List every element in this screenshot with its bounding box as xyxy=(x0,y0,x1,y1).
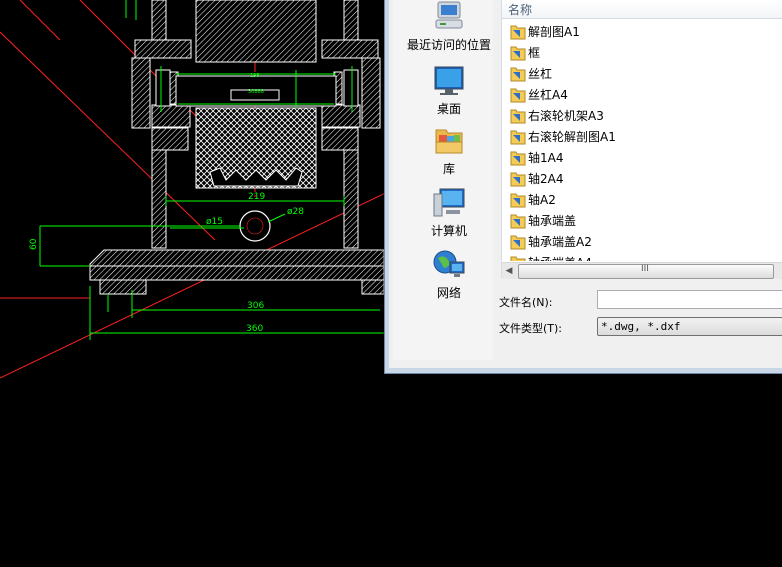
column-header-name-label: 名称 xyxy=(508,3,533,17)
dwg-file-icon xyxy=(510,130,526,145)
file-name: 丝杠A4 xyxy=(528,88,568,102)
filename-input[interactable] xyxy=(597,290,782,309)
file-name: 轴承端盖A2 xyxy=(528,235,592,249)
desktop-icon xyxy=(434,66,464,95)
place-computer-label: 计算机 xyxy=(430,224,467,238)
file-name: 轴2A4 xyxy=(528,172,564,186)
filetype-label: 文件类型(T): xyxy=(499,322,563,335)
file-name: 解剖图A1 xyxy=(528,25,580,39)
file-list-item[interactable]: 框 xyxy=(502,42,782,63)
dwg-file-icon xyxy=(510,172,526,187)
dwg-file-icon xyxy=(510,67,526,82)
dialog-body: 最近访问的位置 桌面 库 计算机 网络 名称 解剖图A1 框 丝杠 丝杠A4 右… xyxy=(389,0,782,368)
file-list-item[interactable]: 丝杠A4 xyxy=(502,84,782,105)
file-list-item[interactable]: 轴承端盖 xyxy=(502,210,782,231)
dwg-file-icon xyxy=(510,256,526,261)
filetype-select[interactable]: *.dwg, *.dxf xyxy=(597,317,782,336)
file-list-item[interactable]: 解剖图A1 xyxy=(502,21,782,42)
file-list-item[interactable]: 丝杠 xyxy=(502,63,782,84)
dim-198: 198 xyxy=(250,73,260,79)
filetype-select-value: *.dwg, *.dxf xyxy=(601,320,681,333)
filename-label: 文件名(N): xyxy=(499,296,553,309)
place-libraries[interactable]: 库 xyxy=(393,124,505,177)
column-header-name[interactable]: 名称 xyxy=(502,0,782,19)
file-name: 轴承端盖A4 xyxy=(528,254,592,261)
file-name: 右滚轮解剖图A1 xyxy=(528,130,616,144)
dwg-file-icon xyxy=(510,25,526,40)
place-recent-label: 最近访问的位置 xyxy=(406,38,491,52)
dwg-file-icon xyxy=(510,193,526,208)
scrollbar-thumb[interactable]: III xyxy=(518,264,774,279)
computer-icon xyxy=(433,188,465,217)
dwg-file-icon xyxy=(510,109,526,124)
file-name: 轴1A4 xyxy=(528,151,564,165)
file-list-item[interactable]: 轴2A4 xyxy=(502,168,782,189)
file-name: 轴承端盖 xyxy=(528,214,577,228)
dwg-file-icon xyxy=(510,88,526,103)
file-name: 右滚轮机架A3 xyxy=(528,109,604,123)
dim-phi28: ø28 xyxy=(287,207,304,217)
file-name: 轴A2 xyxy=(528,193,556,207)
horizontal-scrollbar[interactable]: ◀ III xyxy=(502,262,782,279)
dim-phi15: ø15 xyxy=(206,217,223,227)
place-libraries-label: 库 xyxy=(442,162,455,176)
file-list-item[interactable]: 右滚轮机架A3 xyxy=(502,105,782,126)
file-rows: 解剖图A1 框丝杠丝杠A4 右滚轮机架A3 右滚轮解剖图A1 轴1A4 轴2A4 轴A2 轴承… xyxy=(502,21,782,261)
place-desktop-label: 桌面 xyxy=(436,102,461,116)
file-list-item[interactable]: 轴承端盖A4 xyxy=(502,252,782,261)
place-computer[interactable]: 计算机 xyxy=(393,186,505,239)
place-recent[interactable]: 最近访问的位置 xyxy=(393,0,505,53)
file-list-item[interactable]: 轴承端盖A2 xyxy=(502,231,782,252)
file-list-item[interactable]: 轴A2 xyxy=(502,189,782,210)
places-bar: 最近访问的位置 桌面 库 计算机 网络 xyxy=(393,0,493,360)
dim-60: 60 xyxy=(29,238,39,250)
dwg-file-icon xyxy=(510,214,526,229)
dwg-file-icon xyxy=(510,46,526,61)
recent-places-icon xyxy=(435,1,463,29)
dwg-file-icon xyxy=(510,235,526,250)
dim-219: 219 xyxy=(248,192,265,202)
scroll-grip-icon: III xyxy=(641,264,649,274)
scroll-left-arrow-icon[interactable]: ◀ xyxy=(502,263,516,279)
file-name: 框 xyxy=(528,46,541,60)
place-desktop[interactable]: 桌面 xyxy=(393,64,505,117)
dim-306: 306 xyxy=(247,301,264,311)
open-file-dialog: 最近访问的位置 桌面 库 计算机 网络 名称 解剖图A1 框 丝杠 丝杠A4 右… xyxy=(384,0,782,374)
file-name: 丝杠 xyxy=(528,67,553,81)
place-network-label: 网络 xyxy=(436,286,461,300)
dim-30: 30888 xyxy=(248,89,264,95)
network-icon xyxy=(433,250,465,277)
place-network[interactable]: 网络 xyxy=(393,248,505,301)
libraries-icon xyxy=(435,129,463,154)
file-list-item[interactable]: 右滚轮解剖图A1 xyxy=(502,126,782,147)
file-list-item[interactable]: 轴1A4 xyxy=(502,147,782,168)
file-list: 名称 解剖图A1 框丝杠丝杠A4 右滚轮机架A3 右滚轮解剖图A1 轴1A4 轴2A4 轴A… xyxy=(501,0,782,279)
dim-360: 360 xyxy=(246,324,263,334)
dwg-file-icon xyxy=(510,151,526,166)
